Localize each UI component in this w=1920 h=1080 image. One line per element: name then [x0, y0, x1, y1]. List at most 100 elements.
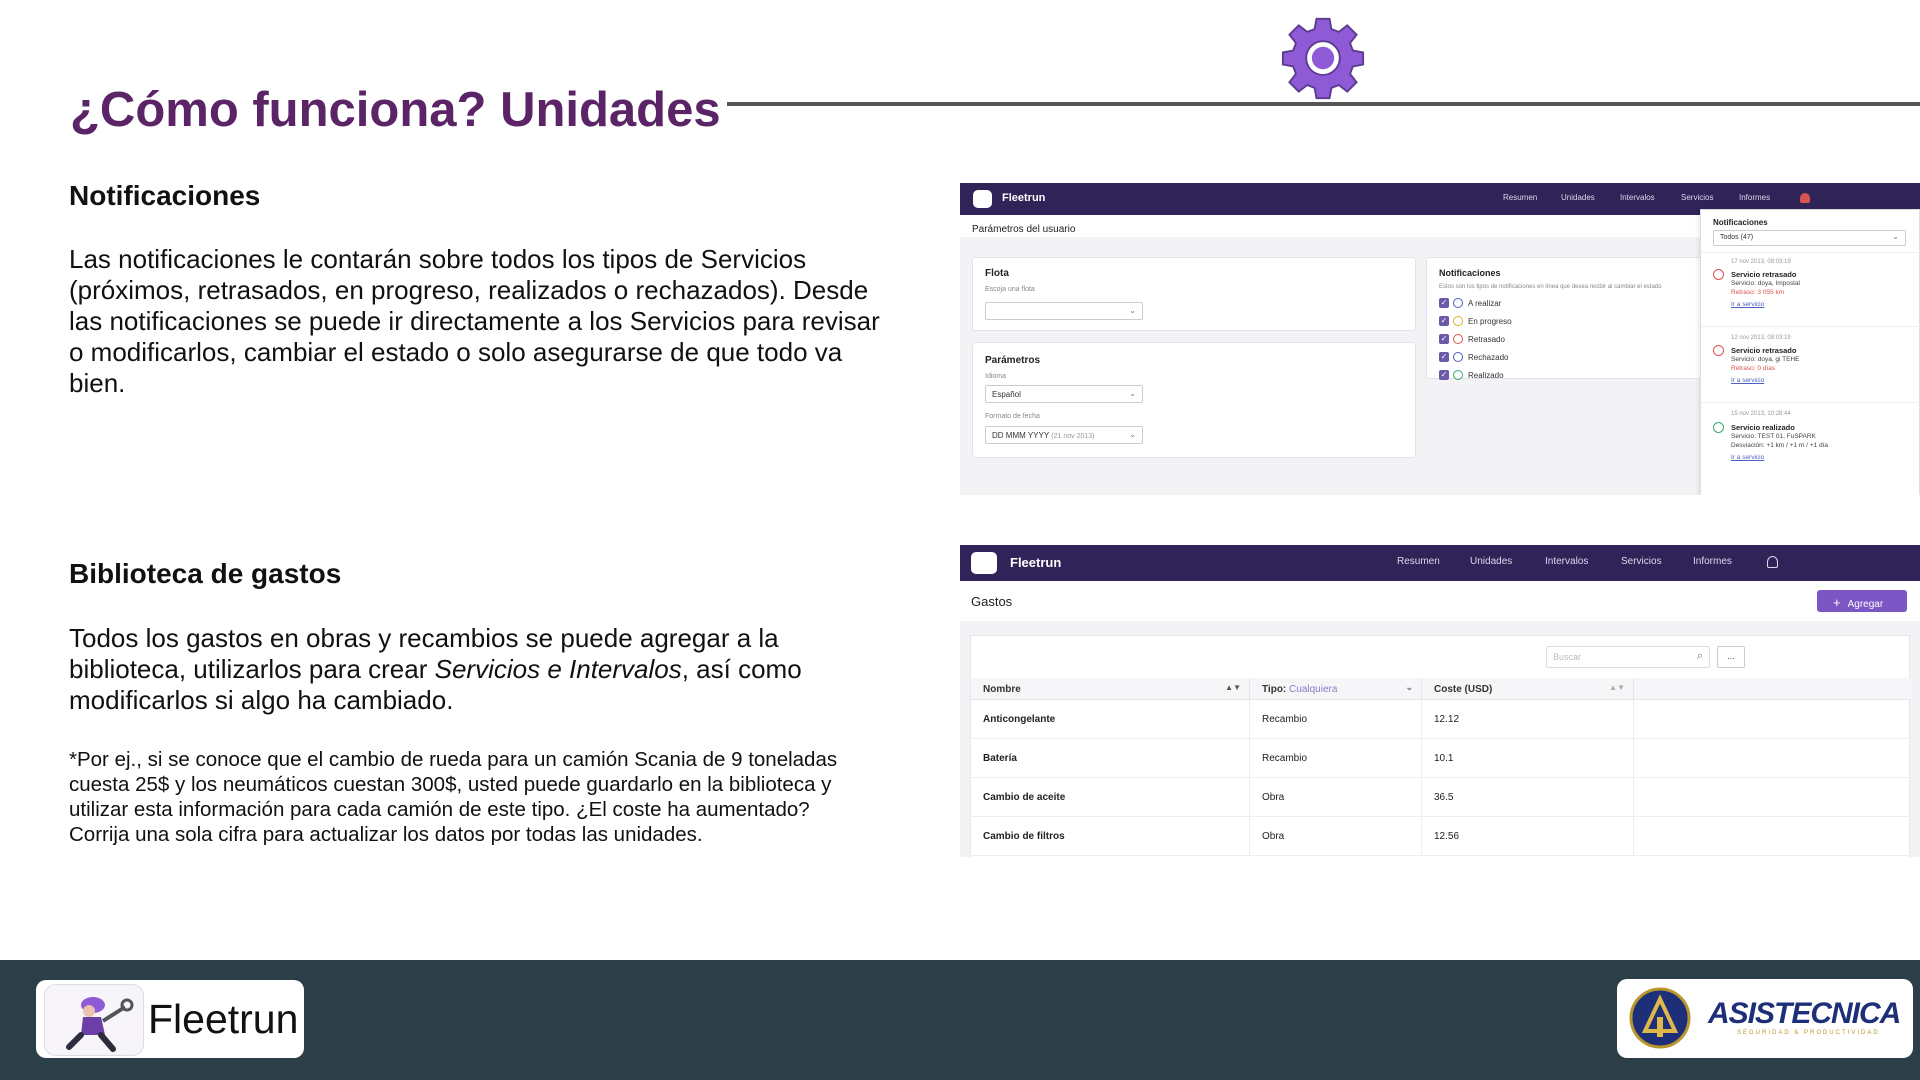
chevron-down-icon: ⌄: [1129, 389, 1136, 398]
notification-item[interactable]: 12 nov 2013, 08:03:19 Servicio retrasado…: [1701, 326, 1920, 402]
progress-icon: [1453, 316, 1463, 326]
mascot-svg: [66, 997, 134, 1052]
nav-item-informes[interactable]: Informes: [1693, 556, 1732, 567]
app-brand: Fleetrun: [1010, 555, 1062, 570]
notification-line: Servicio: doya, Impostal: [1731, 280, 1801, 287]
field-label: Idioma: [985, 373, 1007, 380]
notification-title: Servicio retrasado: [1731, 346, 1797, 355]
idioma-select[interactable]: Español ⌄: [985, 385, 1143, 403]
chevron-down-icon: ⌄: [1892, 232, 1899, 241]
select-value: Todos (47): [1720, 234, 1754, 241]
notifications-dropdown: Notificaciones Todos (47) ⌄ 17 nov 2013, …: [1700, 209, 1920, 495]
cell-coste: 36.5: [1421, 778, 1633, 817]
nav-item-informes[interactable]: Informes: [1739, 193, 1770, 202]
column-header-tipo[interactable]: Tipo: Cualquiera ⌄: [1249, 678, 1421, 700]
column-header-nombre[interactable]: Nombre ▲▼: [971, 678, 1249, 700]
notification-date: 12 nov 2013, 08:03:19: [1731, 335, 1791, 341]
notifications-filter-select[interactable]: Todos (47) ⌄: [1713, 230, 1906, 246]
section-text-biblioteca: Todos los gastos en obras y recambios se…: [69, 623, 849, 716]
tipo-filter-value: Cualquiera: [1289, 684, 1338, 695]
cell-tipo: Obra: [1249, 778, 1421, 817]
cell-empty: [1633, 700, 1911, 739]
nav-item-servicios[interactable]: Servicios: [1621, 556, 1662, 567]
plus-icon: +: [1833, 595, 1841, 610]
chevron-down-icon: ⌄: [1405, 682, 1413, 692]
cell-nombre: Cambio de aceite: [971, 778, 1249, 817]
checkbox-label: En progreso: [1468, 317, 1512, 326]
fleetrun-logo-icon: [971, 552, 997, 574]
checkbox-rechazado[interactable]: ✓: [1439, 352, 1449, 362]
nav-item-servicios[interactable]: Servicios: [1681, 193, 1713, 202]
cell-nombre: Anticongelante: [971, 700, 1249, 739]
add-button[interactable]: + Agregar: [1817, 590, 1907, 612]
alert-icon: [1713, 345, 1724, 356]
nav-item-unidades[interactable]: Unidades: [1561, 193, 1595, 202]
column-header-label: Nombre: [983, 684, 1021, 695]
screen-title: Gastos: [971, 594, 1013, 609]
app-navbar: Fleetrun Resumen Unidades Intervalos Ser…: [960, 545, 1920, 581]
select-example: (21 nov 2013): [1051, 433, 1095, 440]
footer-brand-asistecnica: ASISTECNICA: [1708, 997, 1901, 1030]
panel-title: Notificaciones: [1439, 268, 1501, 278]
checkbox-label: Realizado: [1468, 371, 1504, 380]
chevron-down-icon: ⌄: [1129, 430, 1136, 439]
check-circle-icon: [1713, 422, 1724, 433]
reject-icon: [1453, 352, 1463, 362]
more-button[interactable]: ...: [1717, 646, 1745, 668]
app-brand: Fleetrun: [1002, 192, 1046, 204]
field-label: Formato de fecha: [985, 413, 1040, 420]
nav-item-intervalos[interactable]: Intervalos: [1545, 556, 1588, 567]
asistecnica-emblem-icon: [1629, 987, 1691, 1049]
nav-item-unidades[interactable]: Unidades: [1470, 556, 1512, 567]
checkbox-label: Rechazado: [1468, 353, 1509, 362]
nav-item-intervalos[interactable]: Intervalos: [1620, 193, 1655, 202]
notification-link[interactable]: Ir a servicio: [1731, 377, 1764, 384]
notification-line: Servicio: TEST 01, FuSPARK: [1731, 433, 1816, 440]
notification-link[interactable]: Ir a servicio: [1731, 301, 1764, 308]
cell-empty: [1633, 817, 1911, 856]
bell-icon[interactable]: [1800, 193, 1810, 203]
cell-empty: [1633, 739, 1911, 778]
cell-nombre: Cambio de filtros: [971, 817, 1249, 856]
bell-icon[interactable]: [1767, 556, 1778, 568]
checkbox-a-realizar[interactable]: ✓: [1439, 298, 1449, 308]
nav-item-resumen[interactable]: Resumen: [1397, 556, 1440, 567]
notification-line: Retraso: 0 días: [1731, 365, 1776, 372]
notification-link[interactable]: Ir a servicio: [1731, 454, 1764, 461]
text-italic: Servicios e Intervalos: [434, 654, 682, 684]
alert-icon: [1713, 269, 1724, 280]
select-value: DD MMM YYYY: [992, 431, 1050, 440]
notification-item[interactable]: 17 nov 2013, 08:03:19 Servicio retrasado…: [1701, 252, 1920, 326]
nav-item-resumen[interactable]: Resumen: [1503, 193, 1537, 202]
cell-coste: 12.12: [1421, 700, 1633, 739]
column-header-label: Tipo:: [1262, 684, 1287, 695]
panel-title: Flota: [985, 268, 1009, 279]
panel-notificaciones: Notificaciones Estos son los tipos de no…: [1426, 257, 1726, 380]
column-header-coste[interactable]: Coste (USD) ▲▼: [1421, 678, 1633, 700]
checkbox-retrasado[interactable]: ✓: [1439, 334, 1449, 344]
screenshot-gastos: Fleetrun Resumen Unidades Intervalos Ser…: [960, 545, 1920, 857]
asistecnica-footer-logo: ASISTECNICA SEGURIDAD & PRODUCTIVIDAD: [1617, 979, 1913, 1058]
gastos-table: Buscar ⌕ ... Nombre ▲▼ Tipo: Cualquiera ⌄ C…: [970, 635, 1911, 857]
notification-item[interactable]: 15 nov 2013, 10:28:44 Servicio realizado…: [1701, 402, 1920, 482]
checkbox-en-progreso[interactable]: ✓: [1439, 316, 1449, 326]
notification-date: 17 nov 2013, 08:03:19: [1731, 259, 1791, 265]
checkbox-realizado[interactable]: ✓: [1439, 370, 1449, 380]
dropdown-title: Notificaciones: [1713, 218, 1768, 227]
fleetrun-mascot-icon: [44, 984, 144, 1056]
alert-icon: [1453, 334, 1463, 344]
section-heading-biblioteca: Biblioteca de gastos: [69, 558, 342, 589]
slide: ¿Cómo funciona? Unidades Notificaciones …: [0, 0, 1920, 1080]
cell-empty: [1633, 778, 1911, 817]
panel-title: Parámetros: [985, 355, 1041, 366]
column-header-empty: [1633, 678, 1911, 700]
column-header-label: Coste (USD): [1434, 684, 1493, 695]
select-value: Español: [992, 390, 1021, 399]
search-input[interactable]: Buscar ⌕: [1546, 646, 1710, 668]
flota-select[interactable]: ⌄: [985, 302, 1143, 320]
fecha-select[interactable]: DD MMM YYYY (21 nov 2013) ⌄: [985, 426, 1143, 444]
search-placeholder: Buscar: [1553, 652, 1582, 662]
notification-title: Servicio retrasado: [1731, 270, 1797, 279]
title-divider: [727, 102, 1920, 106]
screenshot-parametros: Fleetrun Resumen Unidades Intervalos Ser…: [960, 183, 1920, 495]
